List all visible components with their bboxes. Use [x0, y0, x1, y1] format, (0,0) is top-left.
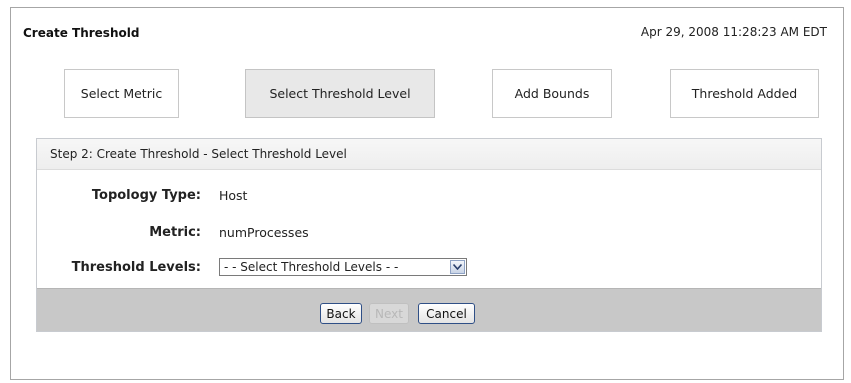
- page-title: Create Threshold: [23, 26, 140, 40]
- step-label: Add Bounds: [514, 86, 590, 101]
- timestamp: Apr 29, 2008 11:28:23 AM EDT: [640, 25, 827, 39]
- metric-value: numProcesses: [219, 225, 309, 240]
- metric-label: Metric:: [149, 225, 201, 240]
- step-add-bounds[interactable]: Add Bounds: [492, 69, 612, 118]
- step-label: Threshold Added: [691, 86, 798, 101]
- threshold-levels-row: Threshold Levels: - - Select Threshold L…: [37, 257, 823, 279]
- cancel-button[interactable]: Cancel: [418, 303, 475, 324]
- step-form-box: Step 2: Create Threshold - Select Thresh…: [36, 138, 822, 332]
- step-threshold-added[interactable]: Threshold Added: [670, 69, 819, 118]
- step-select-metric[interactable]: Select Metric: [64, 69, 179, 118]
- select-value: - - Select Threshold Levels - -: [224, 260, 399, 274]
- form-heading: Step 2: Create Threshold - Select Thresh…: [37, 139, 821, 170]
- next-button: Next: [369, 303, 409, 324]
- step-label: Select Metric: [80, 86, 163, 101]
- topology-type-value: Host: [219, 188, 248, 203]
- chevron-down-icon[interactable]: [450, 260, 465, 274]
- form-footer: Back Next Cancel: [37, 288, 821, 331]
- topology-type-label: Topology Type:: [91, 188, 201, 203]
- back-button[interactable]: Back: [320, 303, 362, 324]
- metric-row: Metric: numProcesses: [37, 222, 823, 244]
- threshold-levels-label: Threshold Levels:: [71, 260, 201, 275]
- threshold-levels-select[interactable]: - - Select Threshold Levels - -: [219, 258, 467, 276]
- topology-type-row: Topology Type: Host: [37, 185, 823, 207]
- step-label: Select Threshold Level: [269, 86, 411, 101]
- step-select-threshold-level[interactable]: Select Threshold Level: [245, 69, 435, 118]
